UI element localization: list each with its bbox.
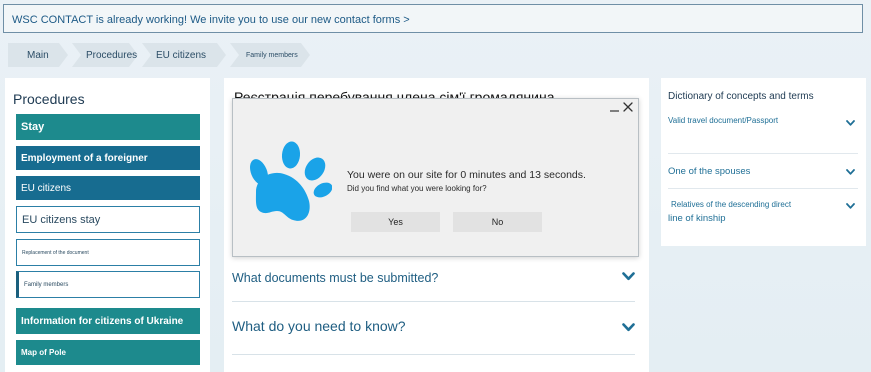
procedures-sidebar: Procedures Stay Employment of a foreigne… — [5, 78, 210, 372]
sidebar-item-stay[interactable]: Stay — [16, 114, 200, 140]
no-button[interactable]: No — [453, 212, 542, 232]
sidebar-item-employment[interactable]: Employment of a foreigner — [16, 146, 200, 170]
dictionary-item-spouses[interactable]: One of the spouses — [668, 166, 858, 180]
sidebar-item-eu-citizens-stay[interactable]: EU citizens stay — [16, 206, 200, 233]
accordion-label: What documents must be submitted? — [232, 271, 439, 285]
accordion-label: What do you need to know? — [232, 318, 406, 334]
breadcrumb-family-members[interactable]: Family members — [230, 43, 310, 67]
dictionary-item-label: One of the spouses — [668, 166, 751, 177]
close-icon[interactable] — [622, 101, 634, 113]
minimize-icon[interactable] — [609, 101, 620, 113]
breadcrumb-procedures[interactable]: Procedures — [72, 43, 138, 67]
feedback-dialog: You were on our site for 0 minutes and 1… — [232, 98, 639, 257]
question-text: Did you find what you were looking for? — [347, 184, 487, 193]
divider — [668, 153, 858, 154]
chevron-down-icon — [622, 272, 635, 281]
dictionary-item-passport[interactable]: Valid travel document/Passport — [668, 116, 858, 130]
sidebar-item-ukraine-info[interactable]: Information for citizens of Ukraine — [16, 308, 200, 334]
accordion-need-to-know[interactable]: What do you need to know? — [232, 302, 635, 355]
breadcrumb: Main Procedures EU citizens Family membe… — [8, 43, 314, 67]
dictionary-item-relatives[interactable]: Relatives of the descending direct line … — [668, 200, 858, 228]
accordion-documents[interactable]: What documents must be submitted? — [232, 258, 635, 302]
yes-button[interactable]: Yes — [351, 212, 440, 232]
chevron-down-icon — [846, 169, 855, 175]
contact-forms-banner[interactable]: WSC CONTACT is already working! We invit… — [3, 4, 863, 33]
chevron-down-icon — [846, 203, 855, 209]
sidebar-item-eu-citizens[interactable]: EU citizens — [16, 176, 200, 200]
paw-icon — [250, 141, 332, 221]
chevron-down-icon — [846, 120, 855, 126]
chevron-down-icon — [622, 323, 635, 332]
sidebar-item-family-members[interactable]: Family members — [16, 271, 200, 298]
dictionary-panel: Dictionary of concepts and terms Valid t… — [661, 78, 866, 246]
sidebar-item-replacement[interactable]: Replacement of the document — [16, 239, 200, 266]
sidebar-item-map[interactable]: Map of Pole — [16, 340, 200, 365]
dictionary-title: Dictionary of concepts and terms — [668, 91, 814, 102]
breadcrumb-main[interactable]: Main — [8, 43, 68, 67]
sidebar-title: Procedures — [13, 91, 85, 107]
dictionary-item-label: line of kinship — [668, 213, 726, 224]
time-on-site-text: You were on our site for 0 minutes and 1… — [347, 169, 586, 181]
dictionary-item-label: Relatives of the descending direct — [671, 200, 792, 209]
dictionary-item-label: Valid travel document/Passport — [668, 116, 779, 125]
divider — [668, 188, 858, 189]
breadcrumb-eu-citizens[interactable]: EU citizens — [142, 43, 226, 67]
